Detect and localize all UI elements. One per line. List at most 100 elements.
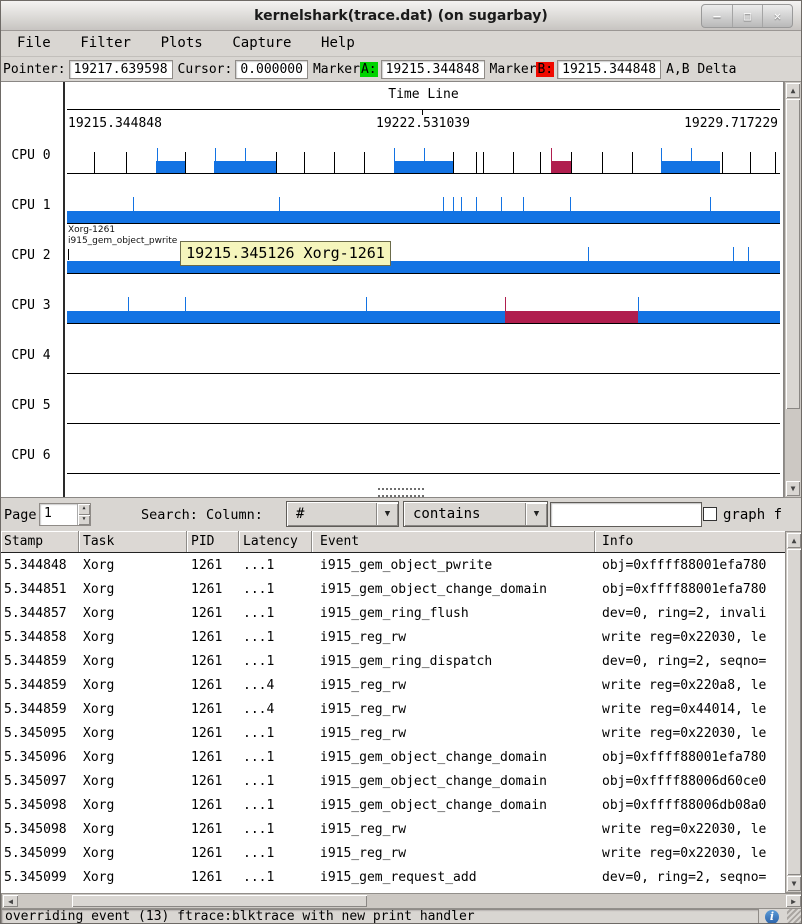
event-tick[interactable]	[133, 197, 134, 223]
task-segment[interactable]	[551, 161, 571, 173]
column-header[interactable]: Latency	[239, 531, 312, 552]
menu-item-capture[interactable]: Capture	[222, 31, 301, 51]
table-row[interactable]: 5.345099Xorg1261...1i915_gem_request_add…	[1, 866, 787, 890]
graph-scroll-thumb[interactable]	[786, 99, 800, 409]
event-tick[interactable]	[661, 148, 662, 173]
event-tick[interactable]	[461, 197, 462, 223]
cpu-task-bar[interactable]	[67, 311, 780, 323]
close-button[interactable]: ✕	[762, 5, 792, 27]
scroll-right-button[interactable]: ▶	[786, 895, 801, 907]
event-tick[interactable]	[394, 148, 395, 173]
graph-vscrollbar[interactable]: ▲ ▼	[784, 81, 802, 498]
event-tick[interactable]	[157, 148, 158, 173]
event-tick[interactable]	[602, 152, 603, 173]
graph-follows-checkbox[interactable]	[703, 507, 717, 521]
event-tick[interactable]	[443, 197, 444, 223]
column-header[interactable]: PID	[187, 531, 239, 552]
table-scroll-up-button[interactable]: ▲	[787, 533, 801, 548]
table-row[interactable]: 5.345095Xorg1261...1i915_reg_rwwrite reg…	[1, 722, 787, 746]
table-row[interactable]: 5.344848Xorg1261...1i915_gem_object_pwri…	[1, 554, 787, 578]
event-tick[interactable]	[722, 152, 723, 173]
column-header[interactable]: Task	[79, 531, 187, 552]
page-spin-up-button[interactable]: ▲	[78, 504, 90, 515]
cpu-task-bar[interactable]	[67, 211, 780, 223]
event-tick[interactable]	[571, 152, 572, 173]
event-tick[interactable]	[424, 148, 425, 173]
event-tick[interactable]	[691, 148, 692, 173]
cpu-plot[interactable]	[67, 174, 780, 224]
event-tick[interactable]	[748, 247, 749, 273]
minimize-button[interactable]: –	[702, 5, 732, 27]
event-tick[interactable]	[551, 148, 552, 173]
event-tick[interactable]	[185, 297, 186, 323]
search-input[interactable]	[550, 502, 702, 527]
column-header[interactable]: Stamp	[1, 531, 79, 552]
event-tick[interactable]	[513, 152, 514, 173]
menu-item-plots[interactable]: Plots	[151, 31, 213, 51]
scroll-left-button[interactable]: ◀	[3, 895, 18, 907]
event-tick[interactable]	[185, 152, 186, 173]
cpu-task-bar[interactable]	[67, 261, 780, 273]
event-tick[interactable]	[775, 152, 776, 173]
table-row[interactable]: 5.344859Xorg1261...4i915_reg_rwwrite reg…	[1, 698, 787, 722]
event-tick[interactable]	[476, 152, 477, 173]
table-row[interactable]: 5.345097Xorg1261...1i915_gem_object_chan…	[1, 770, 787, 794]
event-tick[interactable]	[245, 148, 246, 173]
column-header[interactable]: Info	[595, 531, 787, 552]
task-segment[interactable]	[156, 161, 185, 173]
cpu-plot[interactable]	[67, 424, 780, 474]
cpu-plot[interactable]	[67, 374, 780, 424]
menu-item-help[interactable]: Help	[311, 31, 365, 51]
cpu-plot[interactable]	[67, 124, 780, 174]
hscroll-thumb[interactable]	[72, 895, 367, 907]
table-row[interactable]: 5.345098Xorg1261...1i915_gem_object_chan…	[1, 794, 787, 818]
cpu-plot[interactable]	[67, 274, 780, 324]
graph-scroll-down-button[interactable]: ▼	[786, 481, 800, 496]
event-tick[interactable]	[453, 152, 454, 173]
timeline-graph[interactable]: Time Line 19215.344848 19222.531039 1922…	[1, 81, 784, 498]
event-tick[interactable]	[505, 297, 506, 323]
event-tick[interactable]	[750, 152, 751, 173]
column-select[interactable]: # ▼	[286, 501, 399, 527]
event-tick[interactable]	[279, 197, 280, 223]
table-row[interactable]: 5.344857Xorg1261...1i915_gem_ring_flushd…	[1, 602, 787, 626]
event-tick[interactable]	[128, 297, 129, 323]
event-tick[interactable]	[588, 247, 589, 273]
table-scroll-down-button[interactable]: ▼	[787, 876, 801, 891]
event-tick[interactable]	[94, 152, 95, 173]
event-tick[interactable]	[733, 247, 734, 273]
column-header[interactable]: Event	[312, 531, 595, 552]
event-tick[interactable]	[334, 152, 335, 173]
table-row[interactable]: 5.345096Xorg1261...1i915_gem_object_chan…	[1, 746, 787, 770]
menu-item-filter[interactable]: Filter	[70, 31, 141, 51]
table-hscrollbar[interactable]: ◀ ▶	[1, 893, 802, 909]
event-tick[interactable]	[483, 152, 484, 173]
event-tick[interactable]	[276, 152, 277, 173]
maximize-button[interactable]: □	[732, 5, 762, 27]
graph-scroll-up-button[interactable]: ▲	[786, 83, 800, 98]
task-segment[interactable]	[505, 311, 638, 323]
event-tick[interactable]	[126, 152, 127, 173]
table-scroll-thumb[interactable]	[787, 549, 801, 875]
info-icon[interactable]: i	[765, 910, 779, 924]
event-tick[interactable]	[540, 152, 541, 173]
event-tick[interactable]	[476, 197, 477, 223]
title-bar[interactable]: kernelshark(trace.dat) (on sugarbay) – □…	[1, 1, 801, 31]
match-select[interactable]: contains ▼	[403, 501, 548, 527]
event-tick[interactable]	[366, 297, 367, 323]
event-tick[interactable]	[570, 197, 571, 223]
table-vscrollbar[interactable]: ▲ ▼	[785, 531, 802, 893]
event-tick[interactable]	[523, 197, 524, 223]
splitter-handle[interactable]	[378, 488, 424, 497]
table-row[interactable]: 5.344859Xorg1261...1i915_gem_ring_dispat…	[1, 650, 787, 674]
event-tick[interactable]	[501, 197, 502, 223]
page-spinbox[interactable]: 1 ▲ ▼	[39, 503, 91, 526]
event-tick[interactable]	[710, 197, 711, 223]
cpu-plot[interactable]	[67, 324, 780, 374]
event-tick[interactable]	[453, 197, 454, 223]
event-tick[interactable]	[215, 148, 216, 173]
table-row[interactable]: 5.344858Xorg1261...1i915_reg_rwwrite reg…	[1, 626, 787, 650]
table-row[interactable]: 5.345098Xorg1261...1i915_reg_rwwrite reg…	[1, 818, 787, 842]
event-tick[interactable]	[638, 297, 639, 323]
table-row[interactable]: 5.344859Xorg1261...4i915_reg_rwwrite reg…	[1, 674, 787, 698]
